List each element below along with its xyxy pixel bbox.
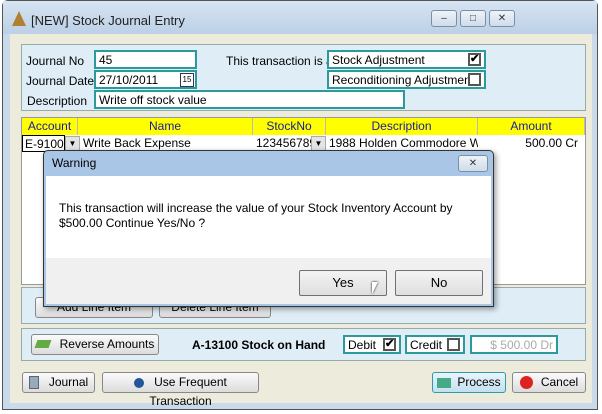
no-button[interactable]: No <box>395 270 483 296</box>
dialog-title: Warning <box>52 156 97 170</box>
col-header-name[interactable]: Name <box>78 118 253 135</box>
reconditioning-option[interactable]: Reconditioning Adjustment <box>327 70 486 89</box>
reverse-amounts-label: Reverse Amounts <box>59 337 155 351</box>
cancel-button[interactable]: Cancel <box>512 372 586 393</box>
dialog-body: This transaction will increase the value… <box>46 176 491 258</box>
close-button[interactable]: ✕ <box>489 10 515 27</box>
app-logo-icon <box>12 11 26 26</box>
debit-checkbox[interactable]: ✔ <box>383 338 396 351</box>
frequent-transaction-button[interactable]: Use Frequent Transaction <box>102 372 259 408</box>
cell-amount[interactable]: 500.00 Cr <box>478 135 581 152</box>
journal-date-label: Journal Date <box>26 74 95 88</box>
stockno-dropdown-icon[interactable]: ▼ <box>311 136 326 151</box>
col-header-description[interactable]: Description <box>326 118 478 135</box>
dialog-message: This transaction will increase the value… <box>59 201 453 231</box>
dialog-message-line2: $500.00 Continue Yes/No ? <box>59 216 206 230</box>
stock-adjustment-label: Stock Adjustment <box>332 53 425 67</box>
col-header-account[interactable]: Account <box>22 118 78 135</box>
title-bar[interactable]: [NEW] Stock Journal Entry – □ ✕ <box>3 1 597 34</box>
mouse-cursor-icon <box>372 282 378 294</box>
journal-icon <box>28 376 39 390</box>
journal-button[interactable]: Journal <box>22 372 95 393</box>
minimize-button[interactable]: – <box>431 10 457 27</box>
calendar-icon[interactable]: 15 <box>180 73 194 87</box>
summary-panel: Reverse Amounts A-13100 Stock on Hand De… <box>21 328 586 361</box>
reverse-amounts-button[interactable]: Reverse Amounts <box>31 334 159 355</box>
journal-no-input[interactable]: 45 <box>94 50 197 69</box>
dialog-close-button[interactable]: ✕ <box>458 155 488 172</box>
cancel-label: Cancel <box>540 375 579 389</box>
journal-header-panel: Journal No 45 Journal Date 27/10/2011 15… <box>21 44 586 111</box>
cancel-icon <box>519 376 533 390</box>
description-label: Description <box>27 94 88 108</box>
stock-account-label: A-13100 Stock on Hand <box>192 338 326 352</box>
process-icon <box>437 377 452 388</box>
transaction-type-label: This transaction is a: <box>226 54 337 68</box>
dialog-message-line1: This transaction will increase the value… <box>59 201 453 215</box>
credit-label: Credit <box>410 338 443 352</box>
frequent-transaction-label: Use Frequent Transaction <box>149 375 227 408</box>
process-button[interactable]: Process <box>432 372 506 393</box>
journal-no-label: Journal No <box>26 54 85 68</box>
warning-dialog: Warning ✕ This transaction will increase… <box>43 150 494 307</box>
window-title: [NEW] Stock Journal Entry <box>31 13 185 28</box>
reconditioning-label: Reconditioning Adjustment <box>332 73 475 87</box>
process-label: Process <box>457 375 501 389</box>
col-header-amount[interactable]: Amount <box>478 118 585 135</box>
total-amount-field: $ 500.00 Dr <box>470 335 558 354</box>
reconditioning-checkbox[interactable] <box>468 73 481 86</box>
stock-adjustment-checkbox[interactable]: ✔ <box>468 53 481 66</box>
debit-label: Debit <box>348 338 377 352</box>
money-icon <box>34 340 52 348</box>
account-dropdown-icon[interactable]: ▼ <box>65 136 80 151</box>
col-header-stockno[interactable]: StockNo <box>253 118 326 135</box>
journal-label: Journal <box>48 375 89 389</box>
dialog-button-area: Yes No <box>46 258 491 304</box>
frequent-transaction-icon <box>134 377 145 388</box>
credit-checkbox[interactable] <box>447 338 460 351</box>
description-input[interactable]: Write off stock value <box>94 90 405 109</box>
maximize-button[interactable]: □ <box>460 10 486 27</box>
stock-adjustment-option[interactable]: Stock Adjustment ✔ <box>327 50 486 69</box>
credit-option[interactable]: Credit <box>405 335 465 354</box>
debit-option[interactable]: Debit ✔ <box>343 335 401 354</box>
